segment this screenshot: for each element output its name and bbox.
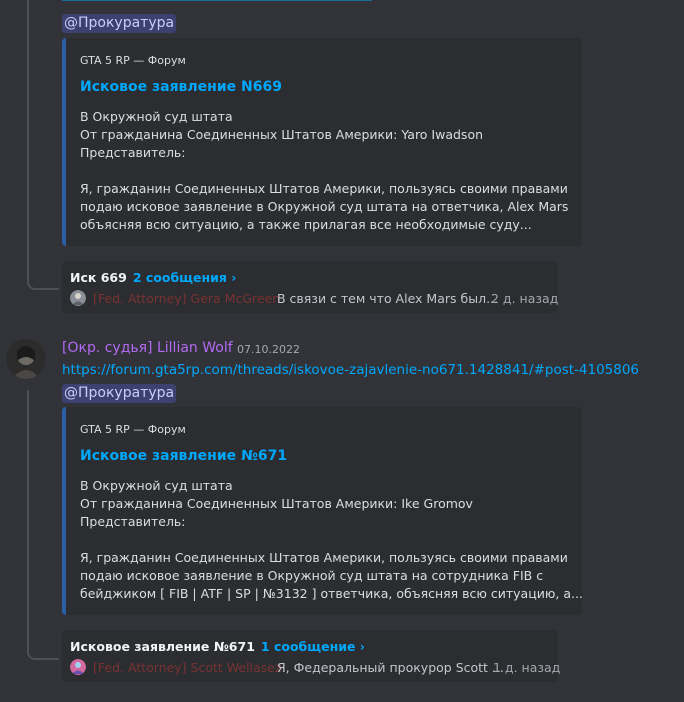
embed-description-line: Я, гражданин Соединенных Штатов Америки,… xyxy=(80,550,568,565)
message-link[interactable]: https://forum.gta5rp.com/threads/iskovoe… xyxy=(62,362,639,378)
embed-description-line: От гражданина Соединенных Штатов Америки… xyxy=(80,127,484,142)
embed-description-line: В Окружной суд штата xyxy=(80,478,233,493)
embed-description-line: бейджиком [ FIB | ATF | SP | №3132 ] отв… xyxy=(80,586,583,601)
embed-description-line: В Окружной суд штата xyxy=(80,109,233,124)
embed-description-line: От гражданина Соединенных Штатов Америки… xyxy=(80,496,473,511)
embed-title-link[interactable]: Исковое заявление №671 xyxy=(80,448,287,464)
link-embed: GTA 5 RP — Форум Исковое заявление N669 … xyxy=(62,38,582,246)
embed-description-line: подаю исковое заявление в Окружной суд ш… xyxy=(80,568,544,583)
thread-title: Иск 669 2 сообщения › xyxy=(70,270,237,285)
thread-message-count[interactable]: 2 сообщения › xyxy=(133,270,237,285)
role-mention[interactable]: @Прокуратура xyxy=(62,14,177,33)
embed-description-line: объясняя всю ситуацию, а также прилагая … xyxy=(80,217,532,232)
thread-last-message: В связи с тем что Alex Mars был... xyxy=(277,291,498,306)
embed-description-line: подаю исковое заявление в Окружной суд ш… xyxy=(80,199,569,214)
thread-timestamp: 2 д. назад xyxy=(491,291,559,306)
thread-message-count[interactable]: 1 сообщение › xyxy=(261,639,365,654)
link-embed: GTA 5 RP — Форум Исковое заявление №671 … xyxy=(62,407,583,615)
user-avatar xyxy=(70,659,86,675)
thread-spine xyxy=(27,390,59,660)
role-mention[interactable]: @Прокуратура xyxy=(62,384,177,403)
cut-off-link-remnant xyxy=(62,0,372,2)
thread-last-author[interactable]: [Fed. Attorney] Scott Wellasez xyxy=(93,660,281,675)
user-avatar xyxy=(70,290,86,306)
embed-provider: GTA 5 RP — Форум xyxy=(80,54,186,67)
message-author[interactable]: [Окр. судья] Lillian Wolf xyxy=(62,340,233,356)
embed-description-line: Представитель: xyxy=(80,145,186,160)
thread-preview-card[interactable]: Иск 669 2 сообщения › [Fed. Attorney] Ger… xyxy=(62,261,558,313)
thread-preview-card[interactable]: Исковое заявление №671 1 сообщение › [Fed… xyxy=(62,630,561,682)
thread-spine xyxy=(27,0,59,290)
embed-description-line: Я, гражданин Соединенных Штатов Америки,… xyxy=(80,181,568,196)
embed-provider: GTA 5 RP — Форум xyxy=(80,423,186,436)
author-avatar[interactable] xyxy=(6,339,46,379)
thread-timestamp: 1 д. назад xyxy=(493,660,561,675)
message-timestamp: 07.10.2022 xyxy=(237,343,300,356)
thread-last-author[interactable]: [Fed. Attorney] Gera McGreen xyxy=(93,291,280,306)
embed-description-line: Представитель: xyxy=(80,514,186,529)
thread-last-message: Я, Федеральный прокурор Scott ... xyxy=(277,660,504,675)
thread-title: Исковое заявление №671 1 сообщение › xyxy=(70,639,365,654)
embed-title-link[interactable]: Исковое заявление N669 xyxy=(80,79,282,95)
